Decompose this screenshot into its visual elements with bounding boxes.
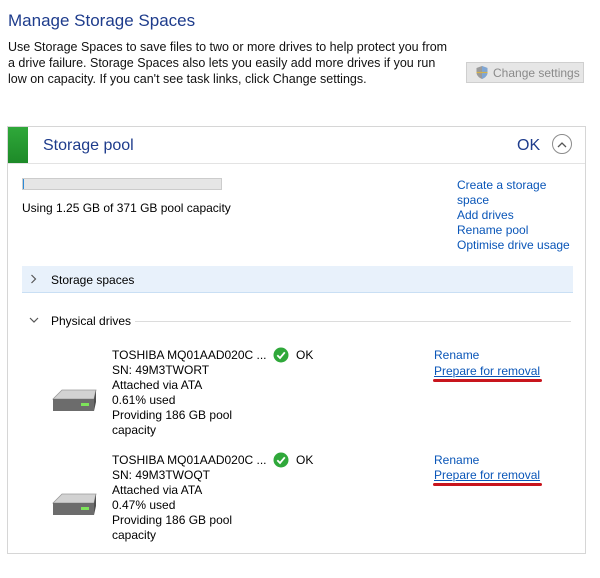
drive-2-prepare-removal-link[interactable]: Prepare for removal	[434, 468, 540, 482]
hard-drive-icon	[52, 493, 97, 515]
shield-icon	[476, 66, 488, 79]
drive-2-providing-cont: capacity	[112, 528, 157, 542]
rename-pool-link[interactable]: Rename pool	[457, 223, 577, 238]
drive-1-used: 0.61% used	[112, 393, 176, 407]
check-icon	[273, 452, 289, 468]
storage-pool-title: Storage pool	[43, 137, 134, 154]
drive-1-providing-cont: capacity	[112, 423, 157, 437]
drive-2-rename-link[interactable]: Rename	[434, 453, 479, 467]
drive-1-providing: Providing 186 GB pool	[112, 408, 233, 422]
optimise-drive-usage-link[interactable]: Optimise drive usage	[457, 238, 577, 253]
chevron-up-icon	[557, 141, 567, 147]
drive-2-status: OK	[296, 453, 314, 467]
drive-2-connection: Attached via ATA	[112, 483, 203, 497]
create-storage-space-link[interactable]: Create a storage space	[457, 178, 577, 208]
highlight-underline	[433, 483, 542, 486]
pool-capacity-fill	[23, 179, 24, 189]
drive-2-providing: Providing 186 GB pool	[112, 513, 233, 527]
hard-drive-icon	[52, 389, 97, 411]
physical-drives-divider	[135, 321, 571, 322]
drive-2-name: TOSHIBA MQ01AAD020C ...	[112, 453, 267, 467]
drive-2-serial: SN: 49M3TWOQT	[112, 468, 211, 482]
page-title: Manage Storage Spaces	[8, 11, 196, 30]
page-description: Use Storage Spaces to save files to two …	[8, 40, 448, 86]
pool-status-color-bar	[8, 127, 28, 163]
collapse-pool-button[interactable]	[552, 134, 572, 154]
highlight-underline	[433, 379, 542, 382]
add-drives-link[interactable]: Add drives	[457, 208, 577, 223]
physical-drives-label[interactable]: Physical drives	[51, 314, 131, 328]
change-settings-label: Change settings	[493, 65, 580, 80]
storage-pool-status: OK	[517, 137, 541, 154]
drive-1-connection: Attached via ATA	[112, 378, 203, 392]
drive-1-prepare-removal-link[interactable]: Prepare for removal	[434, 364, 540, 378]
pool-usage-text: Using 1.25 GB of 371 GB pool capacity	[22, 201, 231, 215]
chevron-right-icon	[31, 274, 37, 284]
drive-1-serial: SN: 49M3TWORT	[112, 363, 210, 377]
chevron-down-icon[interactable]	[29, 317, 39, 324]
change-settings-button[interactable]: Change settings	[466, 62, 584, 83]
drive-1-name: TOSHIBA MQ01AAD020C ...	[112, 348, 267, 362]
storage-spaces-label: Storage spaces	[51, 273, 135, 287]
drive-1-status: OK	[296, 348, 314, 362]
pool-task-links: Create a storage space Add drives Rename…	[457, 178, 577, 253]
check-icon	[273, 347, 289, 363]
drive-1-rename-link[interactable]: Rename	[434, 348, 479, 362]
drive-2-used: 0.47% used	[112, 498, 176, 512]
pool-capacity-bar	[22, 178, 222, 190]
